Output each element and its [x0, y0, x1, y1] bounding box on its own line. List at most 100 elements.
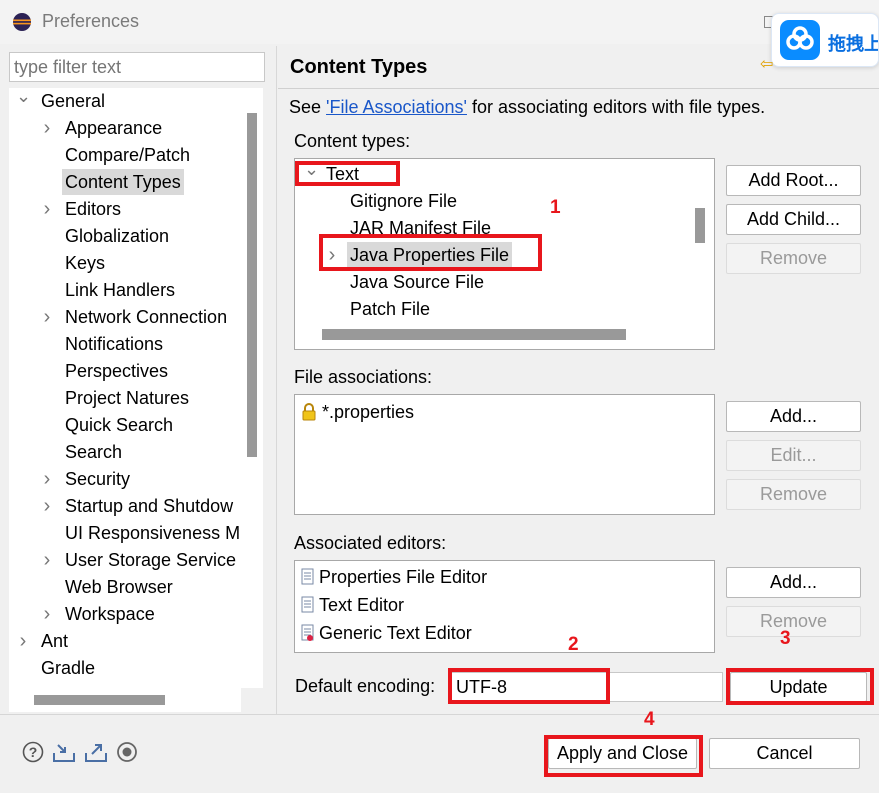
pane-divider[interactable] — [276, 46, 277, 714]
chevron-down-icon[interactable]: ⌄ — [16, 88, 31, 109]
sidebar-item[interactable]: Content Types — [9, 169, 241, 195]
sidebar-item[interactable]: › Network Connection — [9, 304, 241, 330]
content-type-item[interactable]: Gitignore File — [295, 188, 695, 214]
associated-editors-list: Properties File Editor Text Editor Generic… — [294, 560, 715, 653]
cloud-drive-badge[interactable]: 拖拽上 — [771, 13, 879, 67]
add-root-button[interactable]: Add Root... — [726, 165, 861, 196]
file-assoc-edit-button[interactable]: Edit... — [726, 440, 861, 471]
title-separator — [278, 88, 879, 89]
filter-input[interactable] — [9, 52, 265, 82]
lock-icon — [302, 403, 316, 421]
sidebar-item[interactable]: ⌄ General — [9, 88, 241, 114]
cancel-button[interactable]: Cancel — [709, 738, 860, 769]
record-icon[interactable] — [116, 741, 138, 763]
content-types-hscroll-thumb[interactable] — [322, 329, 626, 340]
file-assoc-remove-button[interactable]: Remove — [726, 479, 861, 510]
sidebar-item[interactable]: Project Natures — [9, 385, 241, 411]
bottom-separator — [0, 714, 879, 715]
cloud-logo-icon — [780, 20, 820, 60]
content-types-vscroll-thumb[interactable] — [695, 208, 705, 243]
sidebar-item-label: Keys — [65, 253, 106, 273]
content-type-item[interactable]: Patch File — [295, 296, 695, 322]
annotation-box-text — [295, 161, 400, 186]
sidebar-item[interactable]: › Editors — [9, 196, 241, 222]
sidebar-item-label: Quick Search — [65, 415, 174, 435]
import-icon[interactable] — [52, 741, 76, 763]
sidebar-item-label: Startup and Shutdow — [65, 496, 234, 516]
page-title: Content Types — [290, 56, 428, 78]
chevron-right-icon[interactable]: › — [40, 601, 54, 627]
sidebar-item-label: Perspectives — [65, 361, 169, 381]
file-assoc-add-button[interactable]: Add... — [726, 401, 861, 432]
chevron-right-icon[interactable]: › — [16, 628, 30, 654]
see-line: See 'File Associations' for associating … — [289, 97, 765, 118]
sidebar-item[interactable]: › User Storage Service — [9, 547, 241, 573]
generic-editor-icon — [301, 624, 314, 641]
chevron-right-icon[interactable]: › — [40, 466, 54, 492]
tree-horizontal-scroll-thumb[interactable] — [34, 695, 165, 705]
sidebar-item[interactable]: › Workspace — [9, 601, 241, 627]
sidebar-item[interactable]: Search — [9, 439, 241, 465]
annotation-number-1: 1 — [550, 197, 561, 218]
chevron-right-icon[interactable]: › — [40, 493, 54, 519]
text-file-icon — [301, 596, 314, 613]
sidebar-item-label: Search — [65, 442, 123, 462]
sidebar-item-label: Project Natures — [65, 388, 190, 408]
sidebar-item[interactable]: › Security — [9, 466, 241, 492]
annotation-box-update — [726, 668, 874, 705]
badge-label: 拖拽上 — [828, 34, 879, 54]
export-icon[interactable] — [84, 741, 108, 763]
sidebar-item-label: Notifications — [65, 334, 164, 354]
associated-editors-label: Associated editors: — [294, 533, 447, 553]
svg-text:?: ? — [29, 744, 38, 760]
sidebar-item[interactable]: Compare/Patch — [9, 142, 241, 168]
tree-vertical-scroll-thumb[interactable] — [247, 113, 257, 457]
sidebar-item-label: Appearance — [65, 118, 163, 138]
window-title: Preferences — [42, 11, 140, 31]
sidebar-item[interactable]: Notifications — [9, 331, 241, 357]
content-remove-button[interactable]: Remove — [726, 243, 861, 274]
file-associations-list: *.properties — [294, 394, 715, 515]
editor-add-button[interactable]: Add... — [726, 567, 861, 598]
add-child-button[interactable]: Add Child... — [726, 204, 861, 235]
sidebar-item-label: Workspace — [65, 604, 155, 624]
see-prefix: See — [289, 97, 327, 117]
chevron-right-icon[interactable]: › — [40, 115, 54, 141]
content-type-label: Java Source File — [350, 272, 485, 292]
sidebar-item[interactable]: › Startup and Shutdow — [9, 493, 241, 519]
preferences-tree: ⌄ General › Appearance Compare/Patch Content … — [9, 88, 241, 688]
editor-label: Generic Text Editor — [319, 623, 472, 643]
content-type-item[interactable]: Java Source File — [295, 269, 695, 295]
see-suffix: for associating editors with file types. — [466, 97, 766, 117]
annotation-box-encoding — [448, 668, 610, 704]
back-arrow-icon[interactable]: ⇦ — [760, 54, 773, 74]
default-encoding-label: Default encoding: — [295, 676, 436, 696]
sidebar-item-label: Content Types — [62, 169, 184, 195]
sidebar-item-label: Security — [65, 469, 131, 489]
sidebar-item[interactable]: Link Handlers — [9, 277, 241, 303]
chevron-right-icon[interactable]: › — [40, 547, 54, 573]
sidebar-item[interactable]: Gradle — [9, 655, 241, 681]
sidebar-item-label: Ant — [41, 631, 69, 651]
file-association-label: *.properties — [322, 402, 415, 422]
sidebar-item[interactable]: Globalization — [9, 223, 241, 249]
sidebar-item-label: Editors — [65, 199, 122, 219]
help-icon[interactable]: ? — [22, 741, 44, 763]
sidebar-item[interactable]: Keys — [9, 250, 241, 276]
sidebar-item[interactable]: UI Responsiveness M — [9, 520, 241, 546]
sidebar-item[interactable]: Web Browser — [9, 574, 241, 600]
chevron-right-icon[interactable]: › — [40, 304, 54, 330]
annotation-number-4: 4 — [644, 709, 655, 730]
text-file-icon — [301, 568, 314, 585]
editor-remove-button[interactable]: Remove — [726, 606, 861, 637]
file-associations-link[interactable]: 'File Associations' — [326, 97, 467, 117]
sidebar-item[interactable]: › Ant — [9, 628, 241, 654]
sidebar-item-label: Web Browser — [65, 577, 173, 597]
sidebar-item[interactable]: Perspectives — [9, 358, 241, 384]
sidebar-item[interactable]: Quick Search — [9, 412, 241, 438]
content-type-label: Patch File — [350, 299, 431, 319]
chevron-right-icon[interactable]: › — [40, 196, 54, 222]
sidebar-item-label: General — [41, 91, 106, 111]
content-type-label: Gitignore File — [350, 191, 458, 211]
sidebar-item[interactable]: › Appearance — [9, 115, 241, 141]
